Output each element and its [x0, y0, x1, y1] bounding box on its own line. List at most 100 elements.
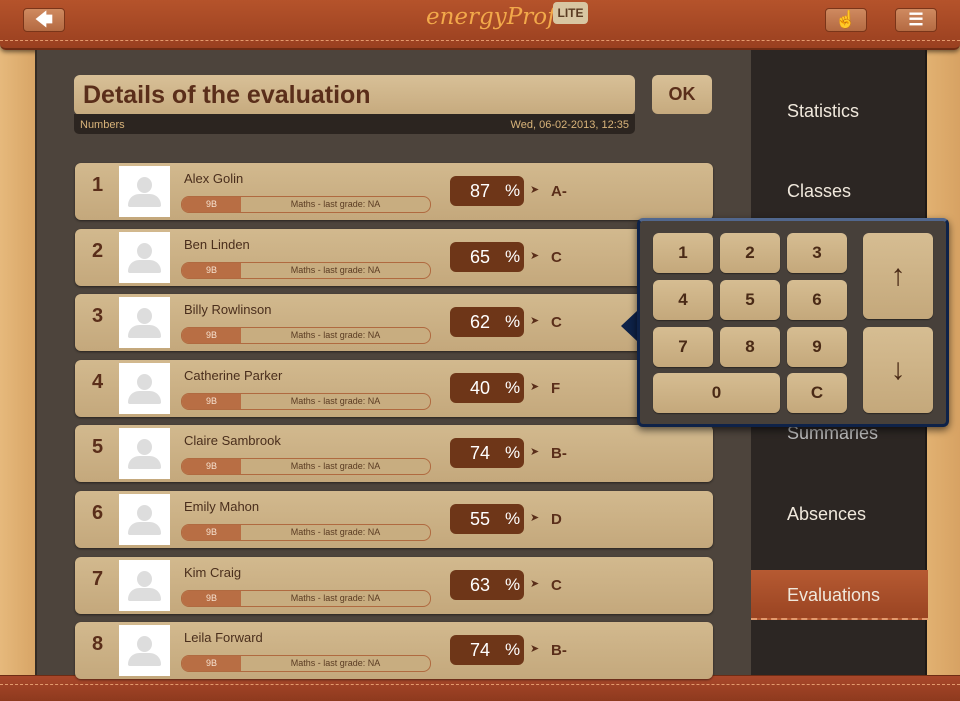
score-field[interactable]: 74%: [450, 635, 524, 666]
score-field[interactable]: 65%: [450, 241, 524, 272]
student-info-bar: 9B Maths - last grade: NA: [181, 524, 431, 541]
hamburger-menu-icon: ☰: [908, 10, 924, 29]
person-body-icon: [128, 653, 161, 667]
subject-label: Maths - last grade: NA: [290, 330, 381, 341]
arrow-right-icon: ➤: [530, 577, 540, 590]
student-info-bar: 9B Maths - last grade: NA: [181, 196, 431, 213]
avatar: [119, 428, 170, 480]
student-name: Emily Mahon: [184, 499, 260, 514]
person-head-icon: [137, 636, 152, 653]
score-value: 55: [470, 509, 491, 529]
score-field[interactable]: 63%: [450, 569, 524, 600]
class-label: 9B: [182, 590, 241, 606]
row-number: 4: [92, 370, 104, 393]
arrow-right-icon: ➤: [530, 643, 540, 656]
sidebar-item-absences[interactable]: Absences: [751, 489, 927, 539]
sidebar-item-classes[interactable]: Classes: [751, 166, 927, 216]
student-name: Leila Forward: [184, 630, 263, 646]
touch-button[interactable]: ☝: [825, 8, 867, 32]
subject-label: Maths - last grade: NA: [290, 461, 381, 472]
person-body-icon: [128, 325, 161, 339]
student-name: Kim Craig: [184, 564, 242, 580]
student-info-bar: 9B Maths - last grade: NA: [181, 392, 431, 410]
person-body-icon: [128, 456, 161, 470]
arrow-right-icon: ➤: [530, 512, 540, 524]
person-head-icon: [137, 177, 152, 193]
key-3[interactable]: 3: [787, 233, 847, 273]
key-clear[interactable]: C: [787, 373, 847, 413]
student-row[interactable]: 1 Alex Golin 9B Maths - last grade: NA 87…: [75, 163, 713, 220]
student-row[interactable]: 6 Emily Mahon 9B Maths - last grade: NA 5…: [75, 491, 713, 548]
row-number: 6: [92, 502, 104, 524]
subject-label: Maths - last grade: NA: [290, 199, 381, 209]
menu-button[interactable]: ☰: [895, 8, 937, 32]
person-head-icon: [137, 439, 152, 456]
grade-label: F: [551, 379, 561, 397]
person-head-icon: [137, 373, 152, 390]
student-row[interactable]: 3 Billy Rowlinson 9B Maths - last grade: …: [75, 294, 713, 352]
score-field[interactable]: 55%: [450, 504, 524, 534]
sidebar-item-evaluations[interactable]: Evaluations: [751, 570, 928, 620]
student-info-bar: 9B Maths - last grade: NA: [181, 261, 431, 279]
student-row[interactable]: 2 Ben Linden 9B Maths - last grade: NA 65…: [75, 228, 713, 286]
grade-label: B-: [551, 642, 567, 660]
percent-sign: %: [505, 574, 521, 594]
key-0[interactable]: 0: [653, 373, 780, 413]
score-field[interactable]: 87%: [450, 176, 524, 206]
student-row[interactable]: 8 Leila Forward 9B Maths - last grade: NA…: [75, 622, 713, 680]
evaluation-info: Numbers Wed, 06-02-2013, 12:35: [74, 114, 635, 134]
key-6[interactable]: 6: [787, 280, 847, 320]
key-2[interactable]: 2: [720, 233, 780, 273]
avatar: [119, 231, 170, 283]
key-4[interactable]: 4: [653, 280, 713, 320]
percent-sign: %: [505, 181, 521, 200]
grade-label: C: [551, 248, 562, 266]
class-label: 9B: [182, 656, 241, 672]
percent-sign: %: [505, 640, 521, 660]
avatar: [119, 166, 170, 217]
key-up-arrow[interactable]: ↑: [863, 233, 933, 319]
key-7[interactable]: 7: [653, 327, 713, 367]
student-row[interactable]: 5 Claire Sambrook 9B Maths - last grade: …: [75, 425, 713, 483]
key-down-arrow[interactable]: ↓: [863, 327, 933, 413]
key-9[interactable]: 9: [787, 327, 847, 367]
subject-label: Maths - last grade: NA: [290, 658, 381, 669]
grade-label: A-: [551, 183, 567, 200]
avatar: [119, 297, 170, 349]
class-label: 9B: [182, 262, 241, 278]
class-label: 9B: [182, 393, 241, 409]
row-number: 7: [92, 567, 104, 590]
score-field[interactable]: 62%: [450, 307, 524, 338]
sidebar-item-statistics[interactable]: Statistics: [751, 86, 927, 136]
arrow-right-icon: ➤: [530, 249, 540, 262]
student-name: Alex Golin: [184, 171, 244, 186]
top-bar: 🡄 energyProf LITE ☝ ☰: [0, 0, 960, 50]
avatar: [119, 362, 170, 414]
back-button[interactable]: 🡄: [23, 8, 65, 32]
score-value: 63: [470, 574, 491, 595]
score-value: 40: [470, 377, 491, 398]
student-name: Catherine Parker: [184, 367, 283, 383]
key-5[interactable]: 5: [720, 280, 780, 320]
subject-label: Maths - last grade: NA: [290, 264, 381, 275]
arrow-right-icon: ➤: [530, 184, 540, 196]
ok-button[interactable]: OK: [652, 75, 712, 114]
app-logo: energyProf: [426, 4, 556, 30]
avatar: [119, 494, 170, 545]
key-1[interactable]: 1: [653, 233, 713, 273]
student-row[interactable]: 4 Catherine Parker 9B Maths - last grade:…: [75, 359, 713, 417]
score-field[interactable]: 40%: [450, 372, 524, 403]
person-body-icon: [128, 522, 161, 535]
student-name: Billy Rowlinson: [184, 302, 272, 318]
person-body-icon: [128, 587, 161, 601]
score-field[interactable]: 74%: [450, 438, 524, 469]
score-value: 65: [470, 246, 491, 267]
grade-label: C: [551, 576, 562, 594]
percent-sign: %: [505, 312, 521, 332]
key-8[interactable]: 8: [720, 327, 780, 367]
avatar: [119, 625, 170, 677]
popover-pointer: [621, 310, 638, 342]
person-body-icon: [128, 259, 161, 273]
student-row[interactable]: 7 Kim Craig 9B Maths - last grade: NA 63%…: [75, 556, 713, 614]
evaluation-type: Numbers: [80, 119, 125, 131]
